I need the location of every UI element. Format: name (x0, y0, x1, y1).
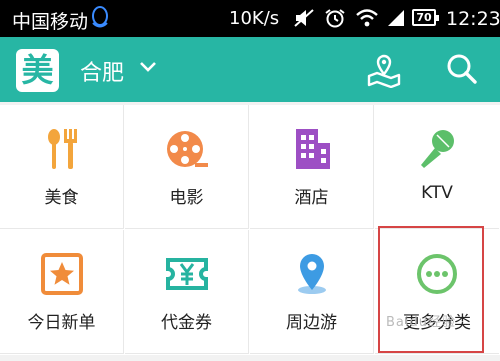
location-pin-icon (290, 252, 334, 296)
carrier-name: 中国移动 (12, 11, 89, 33)
status-bar: 中国移动 10K/s 70 12:23 (0, 0, 500, 37)
network-speed: 10K/s (229, 8, 280, 29)
qq-penguin-icon (89, 6, 111, 34)
microphone-icon (415, 127, 459, 171)
food-icon (40, 127, 84, 171)
app-header: 美 合肥 (0, 37, 500, 102)
battery-indicator: 70 (412, 9, 439, 26)
category-nearby-travel[interactable]: 周边游 (250, 230, 374, 354)
map-location-icon[interactable] (366, 52, 402, 92)
category-label: 今日新单 (27, 313, 96, 333)
category-movie[interactable]: 电影 (125, 105, 249, 229)
highlight-box (378, 226, 484, 353)
film-reel-icon (165, 127, 209, 171)
category-ktv[interactable]: KTV (375, 105, 499, 229)
city-selector[interactable]: 合肥 (80, 55, 124, 87)
search-icon[interactable] (445, 52, 479, 90)
category-label: 周边游 (286, 313, 337, 333)
voucher-yen-icon (165, 252, 209, 296)
new-deal-star-icon (40, 252, 84, 296)
watermark: Baidu经验 (386, 315, 456, 330)
category-label: 美食 (44, 188, 79, 208)
signal-icon (386, 8, 406, 32)
mute-icon (293, 8, 315, 32)
chevron-down-icon[interactable] (139, 59, 157, 78)
category-label: 代金券 (161, 313, 212, 333)
wifi-icon (355, 8, 379, 32)
category-hotel[interactable]: 酒店 (250, 105, 374, 229)
category-label: KTV (421, 183, 453, 203)
clock: 12:23 (446, 8, 500, 30)
app-logo: 美 (16, 49, 59, 92)
category-voucher[interactable]: 代金券 (125, 230, 249, 354)
hotel-building-icon (290, 127, 334, 171)
category-label: 酒店 (294, 188, 329, 208)
category-food[interactable]: 美食 (0, 105, 124, 229)
alarm-icon (324, 8, 346, 32)
category-label: 电影 (169, 188, 204, 208)
category-new-deals[interactable]: 今日新单 (0, 230, 124, 354)
